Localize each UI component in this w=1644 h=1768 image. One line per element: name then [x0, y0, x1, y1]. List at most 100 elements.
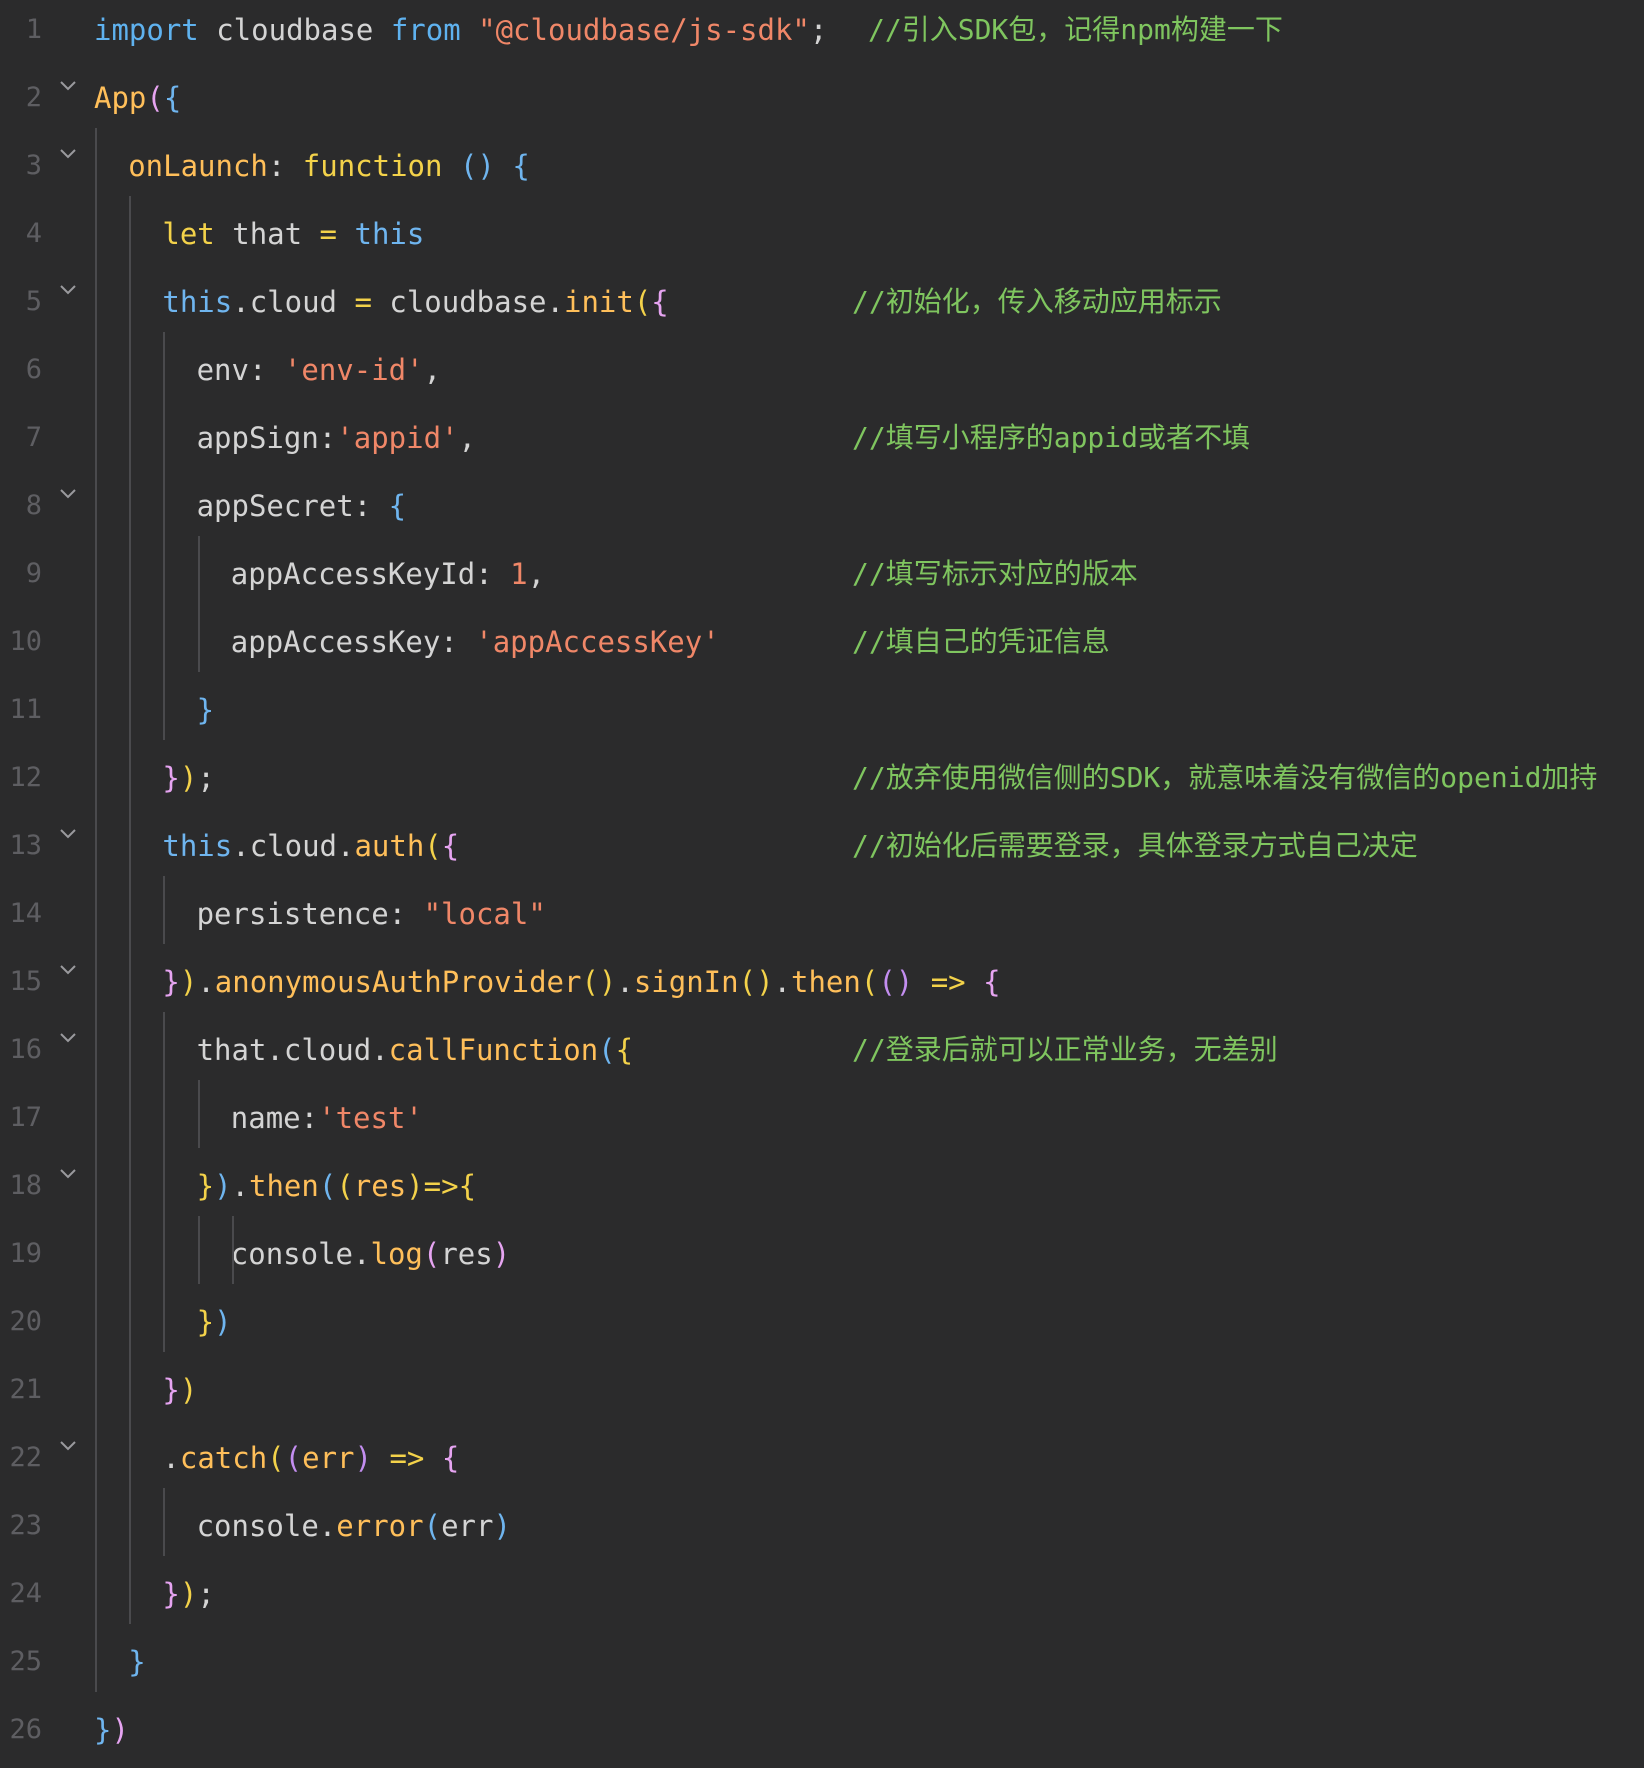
code-token: this: [354, 217, 425, 251]
code-token: this: [162, 285, 233, 319]
code-text: let that = this: [162, 204, 424, 264]
code-line[interactable]: 13 this.cloud.auth({//初始化后需要登录，具体登录方式自己决定: [0, 816, 1644, 884]
code-token: import: [94, 13, 199, 47]
code-line[interactable]: 5 this.cloud = cloudbase.init({//初始化，传入移动…: [0, 272, 1644, 340]
chevron-down-icon[interactable]: [58, 1164, 78, 1184]
chevron-down-icon[interactable]: [58, 960, 78, 980]
code-line[interactable]: 11}: [0, 680, 1644, 748]
code-editor[interactable]: 1 import cloudbase from "@cloudbase/js-sd…: [0, 0, 1644, 1764]
chevron-down-icon[interactable]: [58, 824, 78, 844]
code-line[interactable]: 18}).then((res)=>{: [0, 1156, 1644, 1224]
code-token: :: [267, 149, 303, 183]
code-line[interactable]: 12}); //放弃使用微信侧的SDK，就意味着没有微信的openid加持: [0, 748, 1644, 816]
chevron-down-icon[interactable]: [58, 76, 78, 96]
code-line[interactable]: 14 persistence: "local": [0, 884, 1644, 952]
code-token: (: [267, 1441, 285, 1475]
code-token: .: [231, 1169, 249, 1203]
line-number: 25: [9, 1646, 42, 1677]
code-token: {: [512, 149, 530, 183]
code-token: then: [249, 1169, 319, 1203]
code-line[interactable]: 8 appSecret: {: [0, 476, 1644, 544]
code-token: =>: [930, 965, 966, 999]
code-line[interactable]: 15}).anonymousAuthProvider().signIn().th…: [0, 952, 1644, 1020]
code-comment: //填写标示对应的版本: [852, 557, 1138, 590]
code-comment: //放弃使用微信侧的SDK，就意味着没有微信的openid加持: [852, 761, 1598, 794]
line-number: 10: [9, 626, 42, 657]
code-line[interactable]: 26}): [0, 1700, 1644, 1768]
code-comment: //填写小程序的appid或者不填: [852, 421, 1251, 454]
code-token: .: [197, 965, 215, 999]
code-token: err: [302, 1441, 355, 1475]
code-line[interactable]: 21}): [0, 1360, 1644, 1428]
code-text: });: [162, 748, 214, 808]
code-comment: //填自己的凭证信息: [852, 625, 1110, 658]
code-token: ;: [809, 13, 828, 47]
chevron-down-icon[interactable]: [58, 1028, 78, 1048]
indent-guide: [95, 128, 97, 1692]
code-line[interactable]: 19 console.log(res): [0, 1224, 1644, 1292]
code-line[interactable]: 1 import cloudbase from "@cloudbase/js-sd…: [0, 0, 1644, 68]
code-token: ,: [527, 557, 546, 591]
indent-guide: [231, 1216, 234, 1284]
code-text: appSign:'appid',: [197, 408, 476, 468]
chevron-down-icon[interactable]: [58, 144, 78, 164]
code-line[interactable]: 9 appAccessKeyId: 1, //填写标示对应的版本: [0, 544, 1644, 612]
code-token: (: [146, 81, 164, 115]
code-line[interactable]: 20}): [0, 1292, 1644, 1360]
code-token: .: [773, 965, 791, 999]
code-line[interactable]: 6 env: 'env-id',: [0, 340, 1644, 408]
line-number: 26: [9, 1714, 42, 1745]
code-line[interactable]: 22 .catch((err) => {: [0, 1428, 1644, 1496]
code-token: (: [336, 1169, 354, 1203]
code-token: init: [563, 285, 634, 319]
code-token: error: [336, 1509, 424, 1543]
code-token: ;: [197, 761, 215, 795]
line-number: 22: [9, 1442, 42, 1473]
code-token: }: [128, 1645, 146, 1679]
code-token: .cloud.: [232, 829, 355, 863]
code-text: }: [128, 1632, 145, 1692]
code-line[interactable]: 24});: [0, 1564, 1644, 1632]
code-text: this.cloud = cloudbase.init({: [162, 272, 668, 332]
code-line[interactable]: 4 let that = this: [0, 204, 1644, 272]
chevron-down-icon[interactable]: [58, 484, 78, 504]
line-number: 18: [9, 1170, 42, 1201]
code-line[interactable]: 2 App({: [0, 68, 1644, 136]
line-number: 19: [9, 1238, 42, 1269]
code-line[interactable]: 3 onLaunch: function () {: [0, 136, 1644, 204]
code-line[interactable]: 25}: [0, 1632, 1644, 1700]
code-token: }: [196, 1169, 215, 1203]
code-token: from: [390, 13, 461, 47]
chevron-down-icon[interactable]: [58, 280, 78, 300]
code-line[interactable]: 17 name:'test': [0, 1088, 1644, 1156]
code-comment: //引入SDK包，记得npm构建一下: [868, 13, 1283, 46]
code-text: });: [162, 1564, 214, 1624]
indent-guide: [163, 1488, 166, 1556]
code-token: {: [441, 829, 460, 863]
code-token: signIn: [633, 965, 739, 999]
code-text: }): [94, 1700, 129, 1760]
code-token: (: [422, 1237, 441, 1271]
code-token: console.: [230, 1237, 371, 1271]
line-number: 21: [9, 1374, 42, 1405]
code-text: }).anonymousAuthProvider().signIn().then…: [162, 952, 1000, 1012]
code-token: ): [111, 1713, 129, 1747]
line-number: 6: [25, 354, 42, 385]
code-line[interactable]: 7 appSign:'appid', //填写小程序的appid或者不填: [0, 408, 1644, 476]
code-text: }: [197, 680, 214, 740]
code-token: ): [493, 1509, 511, 1543]
code-comment: //初始化，传入移动应用标示: [852, 285, 1222, 318]
chevron-down-icon[interactable]: [58, 1436, 78, 1456]
code-line[interactable]: 23 console.error(err): [0, 1496, 1644, 1564]
code-token: "@cloudbase/js-sdk": [478, 13, 810, 47]
code-line[interactable]: 10 appAccessKey: 'appAccessKey' //填自己的凭证信息: [0, 612, 1644, 680]
code-text: .catch((err) => {: [162, 1428, 459, 1488]
code-token: appSecret:: [196, 489, 389, 523]
indent-guide: [163, 332, 166, 740]
code-line[interactable]: 16 that.cloud.callFunction({//登录后就可以正常业务，…: [0, 1020, 1644, 1088]
code-token: 'appAccessKey': [475, 625, 720, 659]
code-text: console.error(err): [197, 1496, 511, 1556]
code-comment: //登录后就可以正常业务，无差别: [852, 1033, 1278, 1066]
